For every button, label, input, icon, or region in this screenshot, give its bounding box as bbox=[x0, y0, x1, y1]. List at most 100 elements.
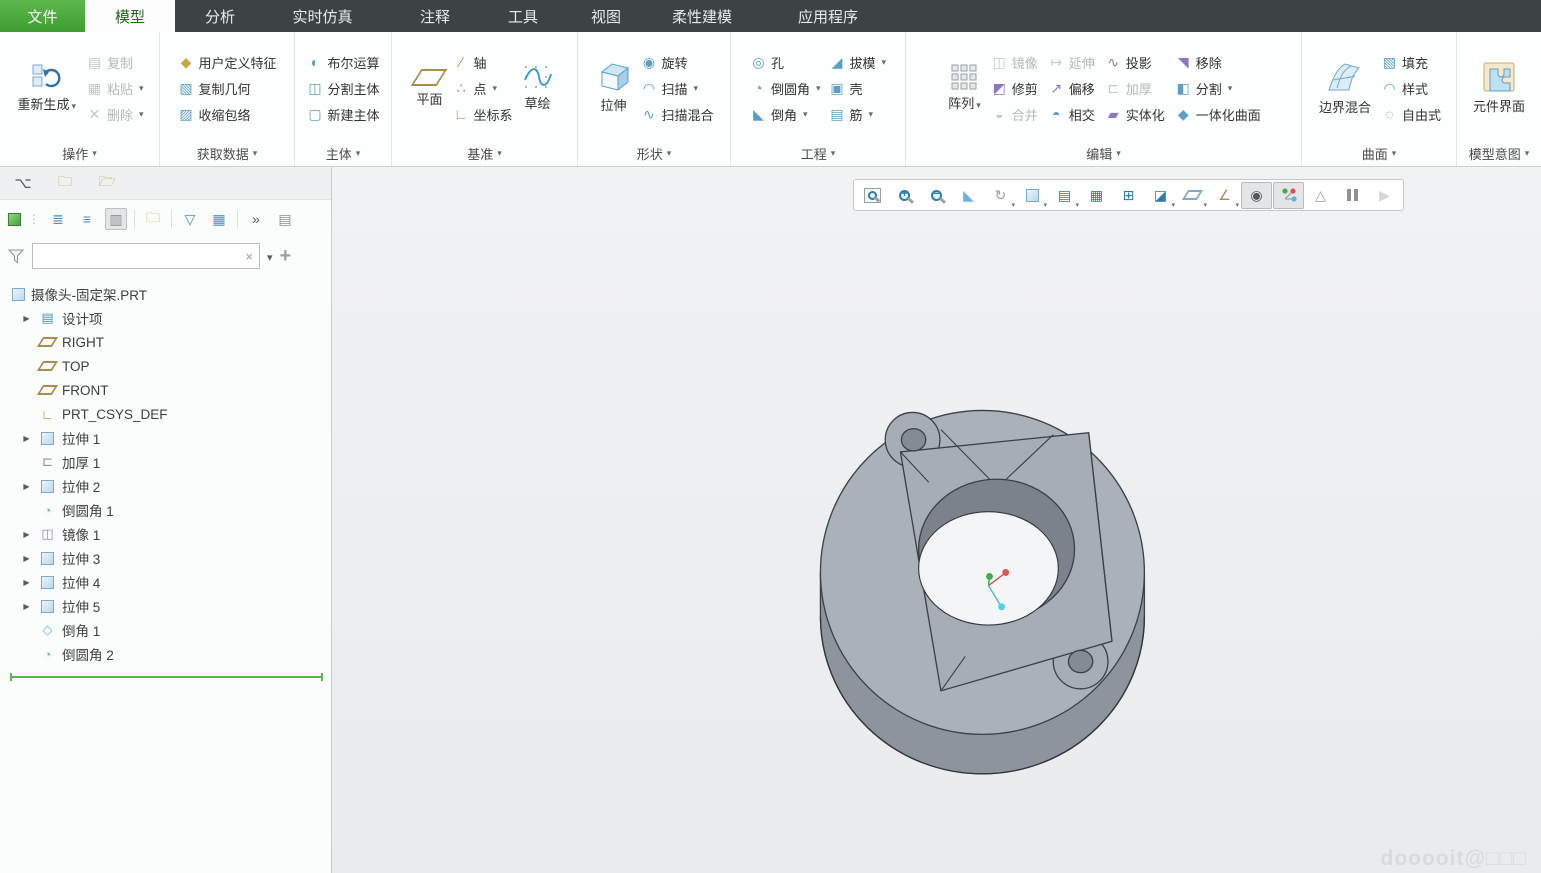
thicken-button[interactable]: ⊏ 加厚 bbox=[1102, 75, 1168, 101]
plane-button[interactable]: 平面 bbox=[411, 67, 447, 110]
tree-item-extrude2[interactable]: 拉伸 2 bbox=[0, 474, 331, 498]
delete-button[interactable]: ✕ 删除 bbox=[83, 101, 147, 127]
merge-button[interactable]: ◒ 合并 bbox=[988, 101, 1041, 127]
tab-applications[interactable]: 应用程序 bbox=[748, 0, 908, 32]
new-body-button[interactable]: ▢ 新建主体 bbox=[303, 101, 382, 127]
expand-arrow-icon[interactable] bbox=[20, 482, 33, 491]
perspective-button[interactable]: ⊞ bbox=[1113, 182, 1144, 209]
expand-arrow-icon[interactable] bbox=[20, 602, 33, 611]
sweep-button[interactable]: ◠ 扫描 bbox=[637, 75, 716, 101]
insert-here-indicator[interactable] bbox=[10, 676, 323, 678]
clear-search-icon[interactable]: × bbox=[245, 249, 253, 264]
freestyle-button[interactable]: ◌ 自由式 bbox=[1378, 101, 1444, 127]
collapse-levels-icon[interactable]: ≡ bbox=[76, 208, 98, 230]
intersect-button[interactable]: ◓ 相交 bbox=[1045, 101, 1098, 127]
tree-item-design-items[interactable]: ▤ 设计项 bbox=[0, 306, 331, 330]
csys-button[interactable]: ∟ 坐标系 bbox=[450, 101, 516, 127]
revolve-button[interactable]: ◉ 旋转 bbox=[637, 49, 716, 75]
expand-arrow-icon[interactable] bbox=[20, 434, 33, 443]
udf-button[interactable]: ◆ 用户定义特征 bbox=[174, 49, 279, 75]
saved-orientations-button[interactable]: ↻▾ bbox=[985, 182, 1016, 209]
chamfer-button[interactable]: ◣ 倒角 bbox=[747, 101, 824, 127]
shrinkwrap-button[interactable]: ▨ 收缩包络 bbox=[174, 101, 279, 127]
divide-button[interactable]: ◧ 分割 bbox=[1172, 75, 1264, 101]
tree-item-extrude5[interactable]: 拉伸 5 bbox=[0, 594, 331, 618]
section-button[interactable]: ◪▾ bbox=[1145, 182, 1176, 209]
draft-button[interactable]: ◢ 拔模 bbox=[826, 49, 890, 75]
image-capture-button[interactable]: ▦ bbox=[1081, 182, 1112, 209]
swept-blend-button[interactable]: ∿ 扫描混合 bbox=[637, 101, 716, 127]
tree-settings-icon[interactable]: ▤ bbox=[274, 208, 296, 230]
tree-item-extrude4[interactable]: 拉伸 4 bbox=[0, 570, 331, 594]
expand-arrow-icon[interactable] bbox=[20, 314, 33, 323]
component-interface-button[interactable]: 元件界面 bbox=[1468, 59, 1530, 117]
refit-button[interactable]: ◣ bbox=[953, 182, 984, 209]
extend-button[interactable]: ↦ 延伸 bbox=[1045, 49, 1098, 75]
group-label-operations[interactable]: 操作 bbox=[0, 141, 159, 166]
boundary-blend-button[interactable]: 边界混合 bbox=[1314, 58, 1376, 118]
rib-button[interactable]: ▤ 筋 bbox=[826, 101, 890, 127]
tree-item-csys[interactable]: ∟ PRT_CSYS_DEF bbox=[0, 402, 331, 426]
expand-levels-icon[interactable]: ≣ bbox=[47, 208, 69, 230]
round-button[interactable]: ◔ 倒圆角 bbox=[747, 75, 824, 101]
tab-file[interactable]: 文件 bbox=[0, 0, 85, 32]
spin-center-button[interactable] bbox=[1273, 182, 1304, 209]
tree-filter-icon[interactable]: ▽ bbox=[179, 208, 201, 230]
tree-item-front[interactable]: FRONT bbox=[0, 378, 331, 402]
extrude-button[interactable]: 拉伸 bbox=[591, 60, 635, 116]
tree-item-part[interactable]: 摄像头-固定架.PRT bbox=[0, 282, 331, 306]
tab-live-simulation[interactable]: 实时仿真 bbox=[265, 0, 380, 32]
analysis-preview-button[interactable]: △ bbox=[1305, 182, 1336, 209]
tree-item-right[interactable]: RIGHT bbox=[0, 330, 331, 354]
copy-geometry-button[interactable]: ▧ 复制几何 bbox=[174, 75, 279, 101]
tab-model[interactable]: 模型 bbox=[85, 0, 175, 32]
tab-tools[interactable]: 工具 bbox=[490, 0, 556, 32]
shell-button[interactable]: ▣ 壳 bbox=[826, 75, 890, 101]
expand-arrow-icon[interactable] bbox=[20, 530, 33, 539]
copy-button[interactable]: ▤ 复制 bbox=[83, 49, 147, 75]
tree-item-round2[interactable]: ◔ 倒圆角 2 bbox=[0, 642, 331, 666]
boolean-button[interactable]: ◐ 布尔运算 bbox=[303, 49, 382, 75]
model-tree-tab-icon[interactable]: ⌥ bbox=[12, 172, 34, 194]
pattern-button[interactable]: 阵列 bbox=[943, 62, 986, 114]
tree-item-chamfer1[interactable]: ◇ 倒角 1 bbox=[0, 618, 331, 642]
favorites-tab-icon[interactable]: 🗁 bbox=[96, 172, 118, 194]
tab-annotate[interactable]: 注释 bbox=[380, 0, 490, 32]
solidify-button[interactable]: ▰ 实体化 bbox=[1102, 101, 1168, 127]
group-label-model-intent[interactable]: 模型意图 bbox=[1457, 141, 1541, 166]
point-button[interactable]: ∴ 点 bbox=[450, 75, 516, 101]
zoom-region-button[interactable] bbox=[857, 182, 888, 209]
resume-button[interactable]: ▶ bbox=[1369, 182, 1400, 209]
group-label-shapes[interactable]: 形状 bbox=[578, 141, 730, 166]
zoom-out-button[interactable]: − bbox=[921, 182, 952, 209]
tree-column-display-icon[interactable]: ▦ bbox=[208, 208, 230, 230]
graphics-viewport[interactable]: + − ◣ ↻▾ ▾ ▤▾ ▦ ⊞ ◪▾ bbox=[332, 167, 1541, 873]
offset-button[interactable]: ↗ 偏移 bbox=[1045, 75, 1098, 101]
overflow-icon[interactable]: » bbox=[245, 208, 267, 230]
add-filter-icon[interactable]: + bbox=[280, 246, 292, 266]
group-label-datum[interactable]: 基准 bbox=[392, 141, 577, 166]
sketch-button[interactable]: 草绘 bbox=[518, 62, 558, 114]
pause-button[interactable] bbox=[1337, 182, 1368, 209]
project-button[interactable]: ∿ 投影 bbox=[1102, 49, 1168, 75]
split-body-button[interactable]: ◫ 分割主体 bbox=[303, 75, 382, 101]
group-label-engineering[interactable]: 工程 bbox=[731, 141, 905, 166]
tree-item-round1[interactable]: ◔ 倒圆角 1 bbox=[0, 498, 331, 522]
tree-columns-toggle-icon[interactable]: ▥ bbox=[105, 208, 127, 230]
search-dropdown-icon[interactable] bbox=[267, 249, 273, 264]
mirror-button[interactable]: ◫ 镜像 bbox=[988, 49, 1041, 75]
graphics-display-button[interactable]: ◉ bbox=[1241, 182, 1272, 209]
tree-item-thicken1[interactable]: ⊏ 加厚 1 bbox=[0, 450, 331, 474]
expand-arrow-icon[interactable] bbox=[20, 554, 33, 563]
display-style-button[interactable]: ▾ bbox=[1017, 182, 1048, 209]
group-label-get-data[interactable]: 获取数据 bbox=[160, 141, 294, 166]
tree-item-extrude3[interactable]: 拉伸 3 bbox=[0, 546, 331, 570]
view-manager-button[interactable]: ▤▾ bbox=[1049, 182, 1080, 209]
remove-button[interactable]: ◥ 移除 bbox=[1172, 49, 1264, 75]
expand-arrow-icon[interactable] bbox=[20, 578, 33, 587]
model-tree-selector-icon[interactable] bbox=[8, 213, 21, 226]
tab-flexible-modeling[interactable]: 柔性建模 bbox=[656, 0, 748, 32]
group-label-editing[interactable]: 编辑 bbox=[906, 141, 1301, 166]
tree-search-input[interactable] bbox=[37, 245, 237, 267]
datum-display-filters-button[interactable]: ▾ bbox=[1177, 182, 1208, 209]
